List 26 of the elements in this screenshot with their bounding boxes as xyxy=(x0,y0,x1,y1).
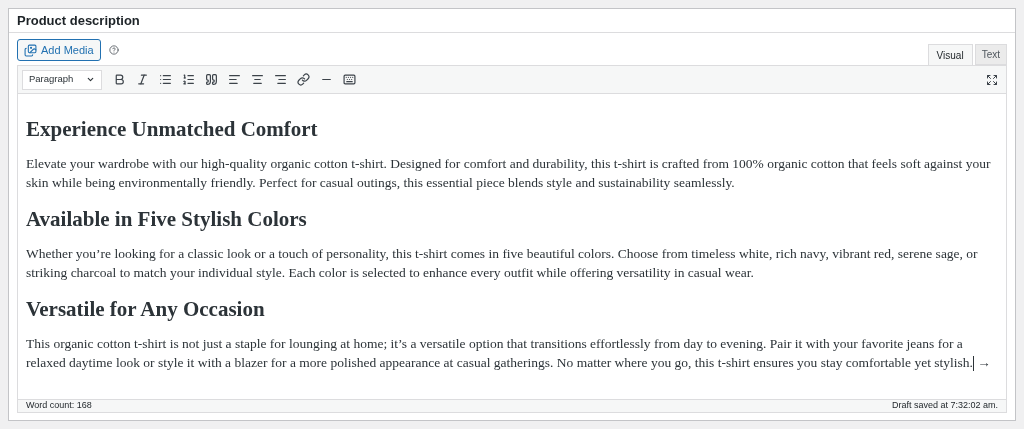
editor-tab[interactable]: Text xyxy=(974,44,1007,65)
italic-icon xyxy=(135,73,149,86)
format-select[interactable]: Paragraph xyxy=(22,69,102,90)
quote-icon xyxy=(204,73,218,86)
content-heading: Available in Five Stylish Colors xyxy=(26,206,308,232)
align-right-icon xyxy=(273,73,287,86)
numbered-list-icon xyxy=(181,73,195,86)
caret-icon xyxy=(86,75,95,84)
content-heading: Experience Unmatched Comfort xyxy=(26,116,319,142)
align-center-icon xyxy=(250,73,264,86)
editor-tab[interactable]: Visual xyxy=(927,44,973,66)
align-left-icon xyxy=(227,73,241,86)
word-count: Word count: 168 xyxy=(26,399,92,413)
bulleted-list-icon xyxy=(158,73,172,86)
panel-title: Product description xyxy=(9,9,1015,33)
link-icon xyxy=(296,73,310,86)
keyboard-icon xyxy=(342,73,356,86)
add-media-button[interactable]: Add Media xyxy=(17,39,101,61)
content-heading: Versatile for Any Occasion xyxy=(26,296,266,322)
save-status: Draft saved at 7:32:02 am. xyxy=(891,399,998,413)
content-paragraph: Whether you’re looking for a classic look or a touch of personality, this t-shirt comes in five beautiful colors. Choose from timeless white, rich navy, vibrant red, serene sage, or striking charcoal to match your individual style. Each color is selected to enhance every outfit while offering versatility in casual wear. xyxy=(26,245,979,282)
fullscreen-icon xyxy=(986,73,998,86)
help-icon[interactable] xyxy=(108,45,119,55)
media-icon xyxy=(24,43,37,57)
content-paragraph: This organic cotton t-shirt is not just a staple for lounging at home; it’s a versatile option that transitions effortlessly from day to evening. Pair it with your favorite jeans for a relaxed daytime look or style it with a blazer for a more polished appearance at casual gatherings. No matter where you go, this t-shirt ensures you stay comfortable yet stylish. → xyxy=(26,335,992,372)
content-paragraph: Elevate your wardrobe with our high-quality organic cotton t-shirt. Designed for comfort and durability, this t-shirt is crafted from 100% organic cotton that feels soft against your skin while being environmentally friendly. Perfect for casual outings, this essential piece blends style and sustainability seamlessly. xyxy=(26,155,992,192)
